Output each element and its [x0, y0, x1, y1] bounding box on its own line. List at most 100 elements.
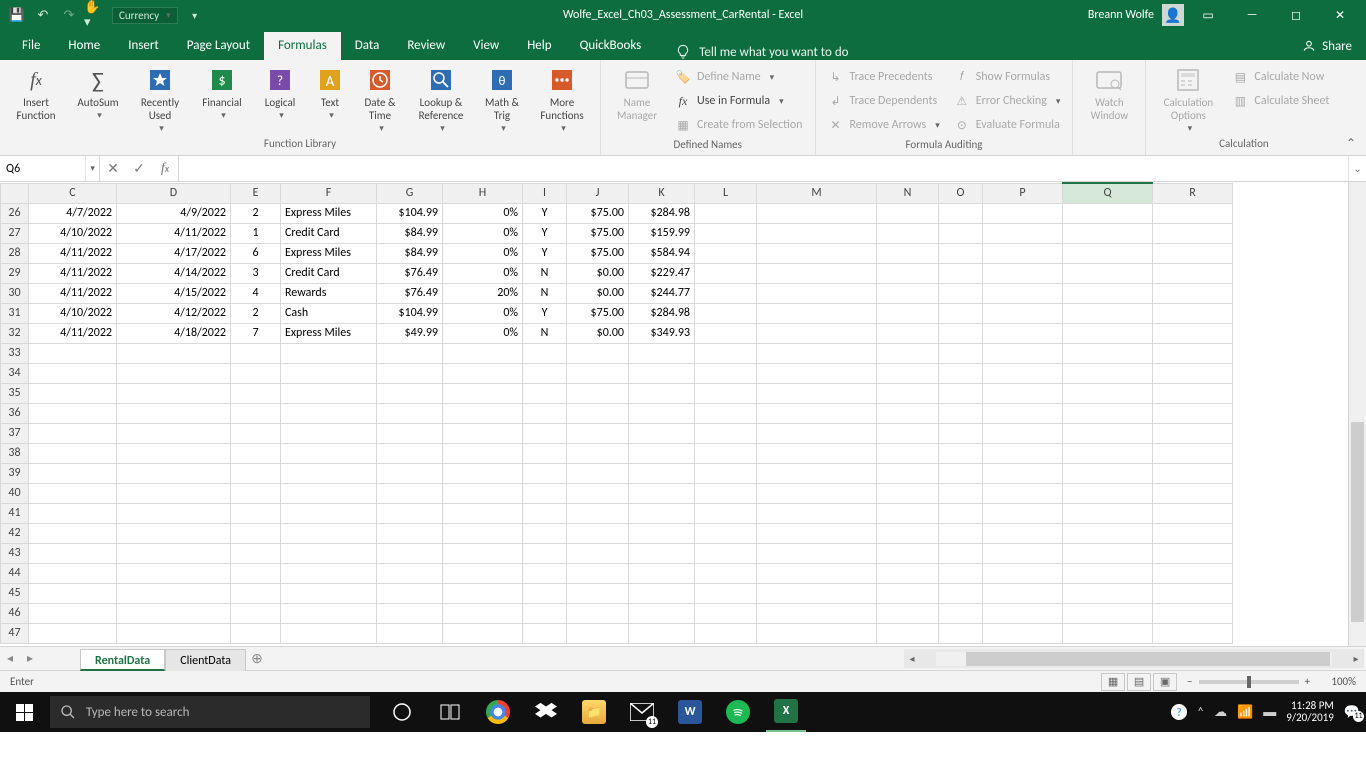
cell[interactable]: [1153, 243, 1233, 263]
cell[interactable]: [377, 423, 443, 443]
watch-window-button[interactable]: Watch Window: [1081, 64, 1137, 122]
cell[interactable]: [939, 463, 983, 483]
cell[interactable]: [1153, 503, 1233, 523]
col-header-H[interactable]: H: [443, 183, 523, 203]
cell[interactable]: [877, 323, 939, 343]
zoom-control[interactable]: − + 100%: [1187, 675, 1356, 688]
cell[interactable]: [757, 263, 877, 283]
cell[interactable]: [757, 423, 877, 443]
tell-me-search[interactable]: Tell me what you want to do: [675, 44, 848, 60]
cell[interactable]: [629, 363, 695, 383]
cell[interactable]: [1153, 583, 1233, 603]
row-header[interactable]: 44: [1, 563, 29, 583]
trace-precedents-button[interactable]: ↳Trace Precedents: [824, 66, 944, 88]
cell[interactable]: [523, 443, 567, 463]
cell[interactable]: [443, 483, 523, 503]
cell[interactable]: [117, 423, 231, 443]
cell[interactable]: $84.99: [377, 223, 443, 243]
cell[interactable]: [629, 503, 695, 523]
cell[interactable]: [695, 523, 757, 543]
cell[interactable]: [523, 583, 567, 603]
cell[interactable]: [443, 343, 523, 363]
page-layout-view-icon[interactable]: ▤: [1127, 673, 1151, 691]
zoom-percent[interactable]: 100%: [1316, 675, 1356, 688]
cell[interactable]: [877, 603, 939, 623]
enter-icon[interactable]: ✓: [126, 156, 152, 181]
cell[interactable]: [231, 343, 281, 363]
cell[interactable]: [231, 463, 281, 483]
calculate-now-button[interactable]: ▤Calculate Now: [1228, 66, 1333, 88]
cell[interactable]: [695, 343, 757, 363]
use-in-formula-button[interactable]: fxUse in Formula▾: [671, 90, 807, 112]
cell[interactable]: 4/9/2022: [117, 203, 231, 223]
cell[interactable]: 1: [231, 223, 281, 243]
cell[interactable]: [983, 203, 1063, 223]
cell[interactable]: [983, 323, 1063, 343]
cell[interactable]: [877, 483, 939, 503]
cell[interactable]: $244.77: [629, 283, 695, 303]
cell[interactable]: $84.99: [377, 243, 443, 263]
cell[interactable]: [377, 443, 443, 463]
cell[interactable]: 0%: [443, 263, 523, 283]
cell[interactable]: 4/10/2022: [29, 223, 117, 243]
cell[interactable]: [1063, 463, 1153, 483]
show-formulas-button[interactable]: 𝑓Show Formulas: [950, 66, 1065, 88]
cortana-icon[interactable]: [382, 692, 422, 732]
cell[interactable]: [117, 563, 231, 583]
cell[interactable]: [1153, 463, 1233, 483]
cell[interactable]: [695, 583, 757, 603]
cell[interactable]: 4/11/2022: [29, 283, 117, 303]
task-view-icon[interactable]: [430, 692, 470, 732]
row-header[interactable]: 33: [1, 343, 29, 363]
cell[interactable]: [695, 303, 757, 323]
cell[interactable]: [443, 603, 523, 623]
zoom-out-icon[interactable]: −: [1187, 675, 1192, 688]
cell[interactable]: [523, 343, 567, 363]
vscroll-thumb[interactable]: [1351, 422, 1364, 622]
cell[interactable]: [695, 503, 757, 523]
cell[interactable]: [757, 403, 877, 423]
cell[interactable]: [983, 543, 1063, 563]
cell[interactable]: [757, 623, 877, 643]
cell[interactable]: [377, 603, 443, 623]
cell[interactable]: [1153, 483, 1233, 503]
col-header-R[interactable]: R: [1153, 183, 1233, 203]
cell[interactable]: [757, 223, 877, 243]
cell[interactable]: [757, 323, 877, 343]
cell[interactable]: [939, 243, 983, 263]
cell[interactable]: [757, 603, 877, 623]
cell[interactable]: [983, 383, 1063, 403]
cell[interactable]: [757, 363, 877, 383]
cell[interactable]: [443, 383, 523, 403]
cell[interactable]: [231, 363, 281, 383]
name-box-dropdown-icon[interactable]: ▾: [85, 156, 99, 181]
cell[interactable]: $75.00: [567, 203, 629, 223]
tab-insert[interactable]: Insert: [114, 32, 173, 60]
row-header[interactable]: 47: [1, 623, 29, 643]
cell[interactable]: [695, 623, 757, 643]
name-manager-button[interactable]: Name Manager: [609, 64, 665, 122]
cell[interactable]: 4/12/2022: [117, 303, 231, 323]
cell[interactable]: [983, 583, 1063, 603]
cell[interactable]: [983, 363, 1063, 383]
tab-formulas[interactable]: Formulas: [264, 32, 341, 60]
trace-dependents-button[interactable]: ↲Trace Dependents: [824, 90, 944, 112]
cell[interactable]: [757, 523, 877, 543]
cell[interactable]: [1063, 323, 1153, 343]
cell[interactable]: [695, 363, 757, 383]
cell[interactable]: [523, 603, 567, 623]
cell[interactable]: [695, 263, 757, 283]
cell[interactable]: [1153, 563, 1233, 583]
cell[interactable]: [939, 363, 983, 383]
cell[interactable]: 4/11/2022: [29, 323, 117, 343]
cell[interactable]: [443, 403, 523, 423]
cell[interactable]: [757, 343, 877, 363]
cell[interactable]: [231, 443, 281, 463]
cell[interactable]: [629, 623, 695, 643]
cell[interactable]: Y: [523, 243, 567, 263]
cell[interactable]: [757, 303, 877, 323]
cell[interactable]: [629, 603, 695, 623]
cell[interactable]: [377, 343, 443, 363]
col-header-P[interactable]: P: [983, 183, 1063, 203]
cell[interactable]: [1153, 203, 1233, 223]
